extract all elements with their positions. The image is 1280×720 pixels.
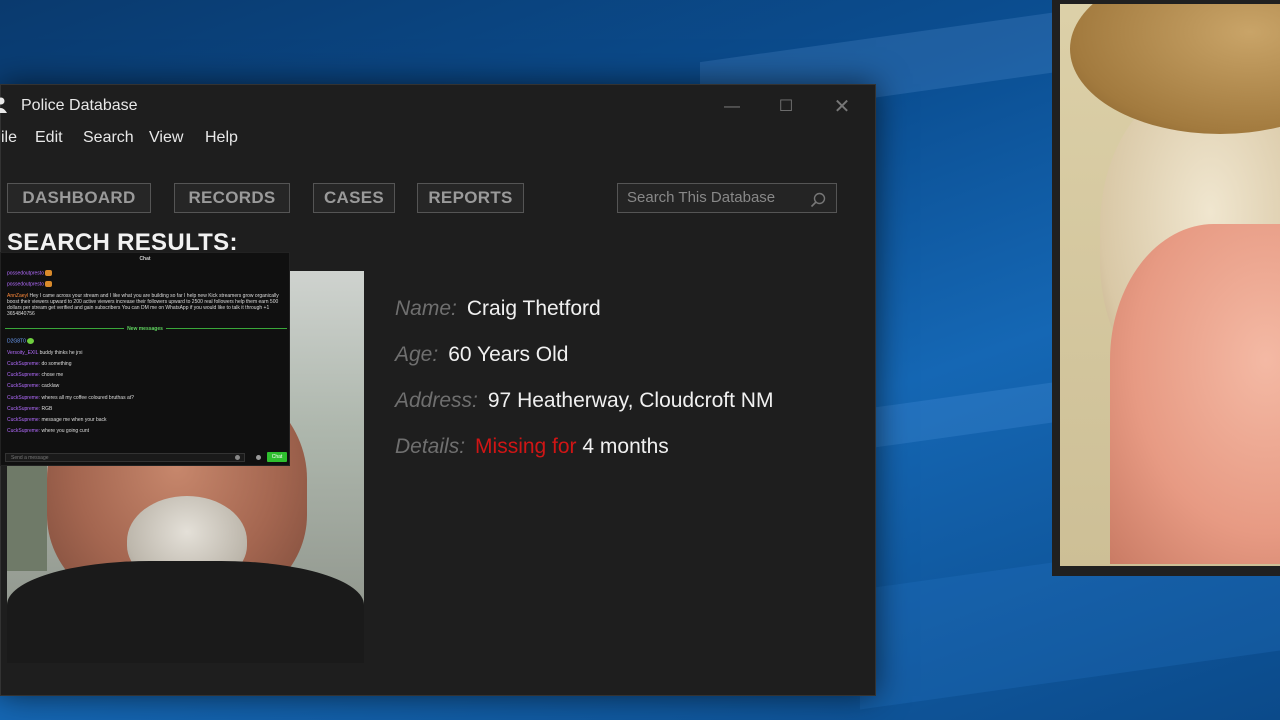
close-icon[interactable]: ✕ xyxy=(827,95,857,119)
address-row: Address: 97 Heatherway, Cloudcroft NM xyxy=(395,389,773,413)
chat-text: wheres all my coffee coloured bruthas at… xyxy=(41,395,134,401)
missing-status: Missing for xyxy=(475,435,577,458)
maximize-icon[interactable]: ☐ xyxy=(771,95,801,119)
chat-message: CuckSupreme: where you going cunt xyxy=(7,428,287,434)
chat-text: buddy thinks he jrxi xyxy=(39,350,83,356)
menu-file[interactable]: ile xyxy=(1,129,17,147)
menu-view[interactable]: View xyxy=(149,129,183,147)
chat-username[interactable]: possedoutpresto xyxy=(7,270,44,276)
new-messages-label: New messages xyxy=(1,326,289,332)
chat-text: message me when your back xyxy=(41,417,107,423)
chat-message: CuckSupreme: message me when your back xyxy=(7,417,287,423)
chat-message: CuckSupreme: do something xyxy=(7,361,287,367)
chat-message: AnnZaeyl Hey I came across your stream a… xyxy=(7,293,287,317)
age-value: 60 Years Old xyxy=(448,343,569,366)
chat-username[interactable]: CuckSupreme: xyxy=(7,383,40,389)
chat-message: D2G8T0 xyxy=(7,338,287,344)
chat-message: possedoutpresto xyxy=(7,270,287,276)
chat-username[interactable]: D2G8T0 xyxy=(7,338,26,344)
name-label: Name: xyxy=(395,297,457,320)
chat-send-button[interactable]: Chat xyxy=(267,452,287,462)
chat-text: where you going cunt xyxy=(41,428,90,434)
details-value: 4 months xyxy=(582,435,669,458)
chat-username[interactable]: CuckSupreme: xyxy=(7,406,40,412)
nav-records-button[interactable]: RECORDS xyxy=(174,183,290,213)
age-label: Age: xyxy=(395,343,439,366)
emoji-icon[interactable] xyxy=(235,455,240,460)
name-row: Name: Craig Thetford xyxy=(395,297,601,321)
menu-edit[interactable]: Edit xyxy=(35,129,63,147)
chat-username[interactable]: CuckSupreme: xyxy=(7,361,40,367)
minimize-icon[interactable]: — xyxy=(717,95,747,119)
chat-username[interactable]: Versoity_EXIL xyxy=(7,350,38,356)
chat-username[interactable]: possedoutpresto xyxy=(7,281,44,287)
chat-username[interactable]: CuckSupreme: xyxy=(7,372,40,378)
age-row: Age: 60 Years Old xyxy=(395,343,568,367)
search-input[interactable]: Search This Database xyxy=(617,183,837,213)
chat-text: chose me xyxy=(41,372,64,378)
badge-icon xyxy=(45,281,53,287)
address-label: Address: xyxy=(395,389,478,412)
nav-dashboard-button[interactable]: DASHBOARD xyxy=(7,183,151,213)
chat-panel: Chat possedoutpresto possedoutpresto Ann… xyxy=(0,252,290,466)
chat-message: possedoutpresto xyxy=(7,281,287,287)
nav-reports-button[interactable]: REPORTS xyxy=(417,183,524,213)
menu-bar: ile Edit Search View Help xyxy=(1,125,875,153)
search-icon[interactable] xyxy=(810,190,826,208)
chat-text: do something xyxy=(41,361,72,367)
search-placeholder: Search This Database xyxy=(627,189,776,206)
badge-icon xyxy=(45,270,53,276)
details-row: Details: Missing for 4 months xyxy=(395,435,669,459)
chat-text: cacklaw xyxy=(41,383,60,389)
gear-icon[interactable] xyxy=(256,455,261,460)
chat-text: RGB xyxy=(41,406,53,412)
webcam-video xyxy=(1060,4,1280,566)
menu-help[interactable]: Help xyxy=(205,129,238,147)
details-label: Details: xyxy=(395,435,466,458)
address-value: 97 Heatherway, Cloudcroft NM xyxy=(487,389,774,412)
chat-input-placeholder: Send a message xyxy=(11,455,49,461)
chat-username[interactable]: CuckSupreme: xyxy=(7,395,40,401)
badge-icon xyxy=(27,338,35,344)
nav-cases-button[interactable]: CASES xyxy=(313,183,395,213)
chat-message: CuckSupreme: wheres all my coffee colour… xyxy=(7,395,287,401)
chat-username[interactable]: CuckSupreme: xyxy=(7,428,40,434)
title-bar[interactable]: Police Database — ☐ ✕ xyxy=(0,85,875,129)
window-title: Police Database xyxy=(21,97,138,114)
chat-message: CuckSupreme: cacklaw xyxy=(7,383,287,389)
chat-message-input[interactable]: Send a message xyxy=(5,453,245,462)
webcam-overlay xyxy=(1052,0,1280,576)
name-value: Craig Thetford xyxy=(466,297,601,320)
chat-message: CuckSupreme: chose me xyxy=(7,372,287,378)
chat-message: Versoity_EXIL buddy thinks he jrxi xyxy=(7,350,287,356)
chat-title: Chat xyxy=(139,256,151,262)
user-icon xyxy=(0,97,7,113)
chat-message: CuckSupreme: RGB xyxy=(7,406,287,412)
menu-search[interactable]: Search xyxy=(83,129,134,147)
chat-username[interactable]: CuckSupreme: xyxy=(7,417,40,423)
chat-text: Hey I came across your stream and I like… xyxy=(7,293,279,317)
